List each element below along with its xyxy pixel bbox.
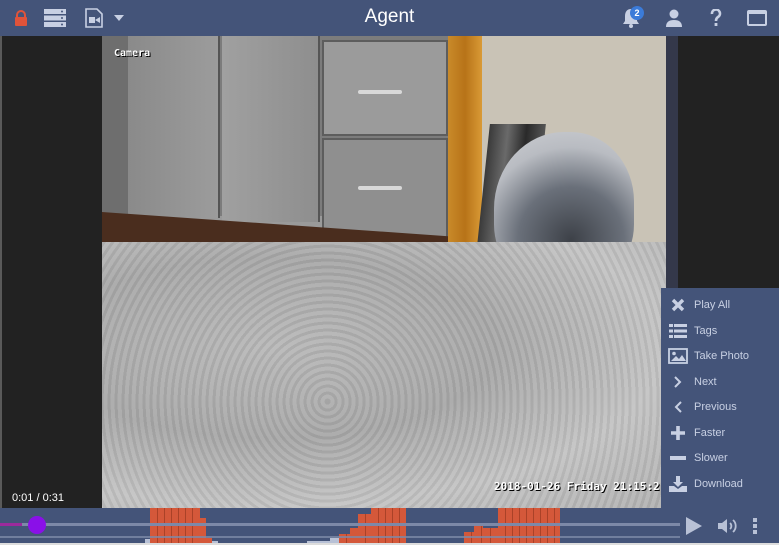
chevron-right-icon xyxy=(667,373,689,391)
plus-icon xyxy=(667,424,689,442)
menu-item-take-photo[interactable]: Take Photo xyxy=(661,344,779,368)
close-x-icon xyxy=(667,296,689,314)
window-icon[interactable] xyxy=(746,8,768,28)
timeline-scrubber[interactable] xyxy=(28,516,46,534)
activity-gridline xyxy=(398,508,400,545)
menu-item-play-all[interactable]: Play All xyxy=(661,293,779,317)
menu-item-download[interactable]: Download xyxy=(661,472,779,496)
top-bar: Agent 2 xyxy=(0,0,779,36)
scene-cabinet-door xyxy=(128,36,220,218)
activity-gridline xyxy=(157,508,159,545)
activity-gridline xyxy=(539,508,541,545)
activity-gridline xyxy=(171,508,173,545)
play-icon[interactable] xyxy=(684,516,704,536)
activity-gridline xyxy=(384,508,386,545)
scene-drawer xyxy=(322,138,448,240)
timeline-track[interactable] xyxy=(0,508,680,545)
menu-item-label: Take Photo xyxy=(694,350,750,362)
menu-item-label: Faster xyxy=(694,427,726,439)
timeline-activity-block xyxy=(370,508,406,545)
minus-icon xyxy=(667,449,689,467)
notification-badge: 2 xyxy=(630,6,644,20)
timeline-rail-lower xyxy=(0,536,680,538)
activity-gridline xyxy=(546,508,548,545)
camera-label: Camera xyxy=(114,48,151,59)
menu-item-tags[interactable]: Tags xyxy=(661,319,779,343)
volume-icon[interactable] xyxy=(717,516,739,536)
activity-gridline xyxy=(504,508,506,545)
activity-gridline xyxy=(525,508,527,545)
list-icon xyxy=(667,322,689,340)
timeline-rail xyxy=(0,523,680,526)
camera-feed[interactable]: Camera 2018-01-26 Friday 21:15:2 xyxy=(102,36,666,508)
question-icon[interactable] xyxy=(705,8,727,28)
timeline-bar xyxy=(0,508,779,545)
menu-item-label: Previous xyxy=(694,401,737,413)
image-icon xyxy=(667,347,689,365)
activity-gridline xyxy=(391,508,393,545)
activity-gridline xyxy=(185,508,187,545)
scene-carpet xyxy=(102,242,666,508)
menu-item-label: Next xyxy=(694,376,717,388)
menu-item-previous[interactable]: Previous xyxy=(661,395,779,419)
menu-item-label: Download xyxy=(694,478,743,490)
server-list-icon[interactable] xyxy=(44,8,66,28)
playback-menu: Play All Tags Take Photo Next Previous F… xyxy=(661,288,779,508)
activity-gridline xyxy=(511,508,513,545)
timeline-activity-block xyxy=(497,508,561,545)
scene-cabinet-door xyxy=(222,36,320,222)
scene-cabinet xyxy=(102,36,128,214)
timestamp-overlay: 2018-01-26 Friday 21:15:2 xyxy=(494,480,660,493)
activity-gridline xyxy=(364,513,366,545)
activity-gridline xyxy=(377,508,379,545)
timeline-progress xyxy=(0,523,22,526)
activity-gridline xyxy=(518,508,520,545)
activity-gridline xyxy=(480,523,482,545)
activity-gridline xyxy=(192,508,194,545)
time-readout: 0:01 / 0:31 xyxy=(12,492,64,504)
menu-item-label: Slower xyxy=(694,452,728,464)
menu-item-next[interactable]: Next xyxy=(661,370,779,394)
more-vertical-icon[interactable] xyxy=(750,516,760,536)
activity-gridline xyxy=(164,508,166,545)
menu-item-faster[interactable]: Faster xyxy=(661,421,779,445)
menu-item-slower[interactable]: Slower xyxy=(661,446,779,470)
user-icon[interactable] xyxy=(663,8,685,28)
menu-item-label: Play All xyxy=(694,299,731,311)
chevron-left-icon xyxy=(667,398,689,416)
caret-down-icon[interactable] xyxy=(108,8,130,28)
activity-gridline xyxy=(178,508,180,545)
lock-icon[interactable] xyxy=(10,8,32,28)
menu-item-label: Tags xyxy=(694,325,718,337)
activity-gridline xyxy=(553,508,555,545)
left-border xyxy=(0,36,2,508)
scene-drawer xyxy=(322,40,448,136)
activity-gridline xyxy=(532,508,534,545)
timeline-activity-block xyxy=(473,523,484,545)
download-icon xyxy=(667,475,689,493)
video-file-icon[interactable] xyxy=(83,8,105,28)
